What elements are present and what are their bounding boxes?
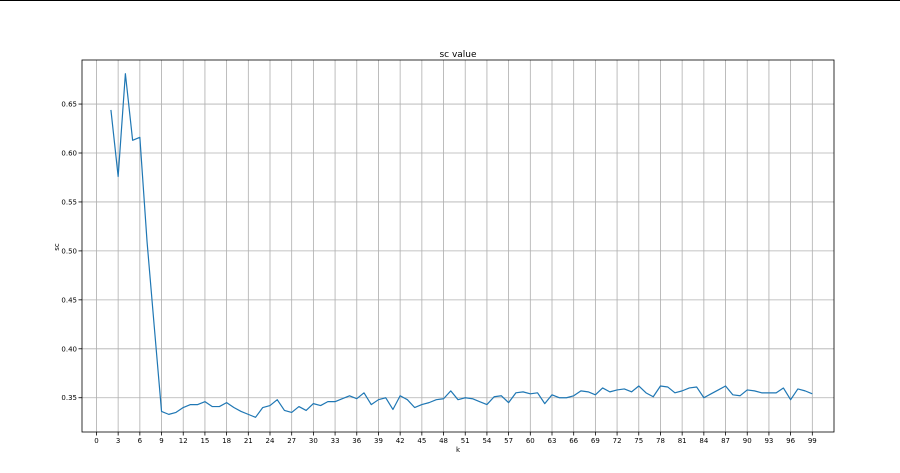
y-tick-label: 0.65 xyxy=(61,101,77,109)
x-tick-label: 54 xyxy=(482,437,491,445)
x-tick-label: 69 xyxy=(591,437,600,445)
grid-lines xyxy=(82,60,835,432)
x-tick-label: 27 xyxy=(287,437,296,445)
x-tick-label: 93 xyxy=(764,437,773,445)
series-layer xyxy=(110,73,813,418)
x-tick-label: 66 xyxy=(569,437,578,445)
plot-frame xyxy=(81,59,835,433)
series-line xyxy=(110,73,813,418)
x-tick-label: 72 xyxy=(613,437,622,445)
x-tick-label: 99 xyxy=(808,437,817,445)
x-tick-label: 3 xyxy=(116,437,120,445)
y-tick-label: 0.55 xyxy=(61,198,77,206)
x-tick-label: 84 xyxy=(699,437,708,445)
x-tick-label: 78 xyxy=(656,437,665,445)
x-tick-label: 75 xyxy=(634,437,643,445)
x-tick-label: 39 xyxy=(374,437,383,445)
x-axis-label: k xyxy=(456,446,461,454)
x-tick-label: 45 xyxy=(417,437,426,445)
y-tick-label: 0.60 xyxy=(61,150,77,158)
x-tick-label: 33 xyxy=(331,437,340,445)
x-tick-label: 51 xyxy=(461,437,470,445)
x-tick-label: 9 xyxy=(159,437,163,445)
x-tick-label: 6 xyxy=(138,437,143,445)
x-tick-label: 63 xyxy=(548,437,557,445)
x-tick-label: 15 xyxy=(200,437,209,445)
y-tick-label: 0.45 xyxy=(61,296,77,304)
x-tick-label: 96 xyxy=(786,437,795,445)
x-tick-label: 90 xyxy=(743,437,752,445)
x-tick-label: 81 xyxy=(678,437,687,445)
x-tick-label: 12 xyxy=(179,437,188,445)
y-tick-label: 0.35 xyxy=(61,394,77,402)
y-tick-label: 0.40 xyxy=(61,345,77,353)
x-tick-label: 21 xyxy=(244,437,253,445)
x-tick-label: 0 xyxy=(94,437,98,445)
chart-title: sc value xyxy=(439,50,477,60)
x-tick-label: 57 xyxy=(504,437,513,445)
x-tick-label: 18 xyxy=(222,437,231,445)
x-tick-label: 87 xyxy=(721,437,730,445)
x-tick-label: 48 xyxy=(439,437,448,445)
x-tick-label: 30 xyxy=(309,437,318,445)
x-tick-label: 60 xyxy=(526,437,535,445)
x-tick-label: 42 xyxy=(396,437,405,445)
y-axis-label: sc xyxy=(53,243,61,251)
x-tick-label: 36 xyxy=(352,437,361,445)
x-tick-label: 24 xyxy=(266,437,275,445)
y-tick-label: 0.50 xyxy=(61,247,77,255)
line-chart: 0 3 6 9 12 15 18 21 24 27 30 33 36 39 42 45 48 51 54 57 60 63… xyxy=(53,50,835,454)
